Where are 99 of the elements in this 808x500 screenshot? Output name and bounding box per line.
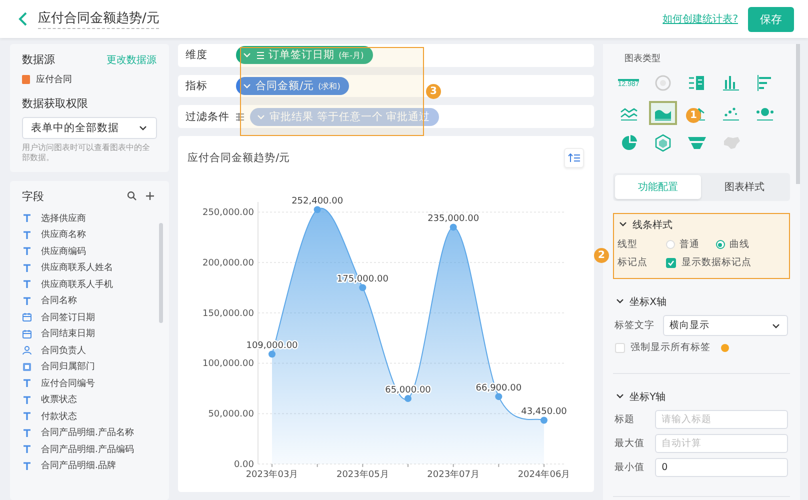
calendar-icon [22, 328, 32, 339]
field-item[interactable]: 合同归属部门 [41, 360, 95, 374]
option-label: 标记点 [618, 256, 649, 269]
text-type-icon [22, 296, 32, 306]
form-icon [22, 75, 30, 84]
field-item[interactable]: 供应商联系人姓名 [41, 261, 113, 274]
x-axis-label: 2024年06月 [517, 470, 570, 480]
text-type-icon [22, 444, 32, 454]
source-name: 应付合同 [36, 74, 72, 86]
field-item[interactable]: 付款状态 [41, 410, 77, 423]
field-item[interactable]: 合同产品明细.产品名称 [41, 426, 134, 440]
list-icon [256, 50, 265, 60]
permission-select[interactable]: 表单中的全部数据 [22, 117, 157, 139]
data-point [313, 206, 320, 214]
department-icon [22, 362, 32, 372]
field-item[interactable]: 收票状态 [41, 393, 77, 406]
field-item[interactable]: 合同产品明细.品牌 [41, 459, 116, 472]
field-item[interactable]: 合同名称 [41, 294, 77, 308]
step-badge: 2 [594, 248, 609, 263]
field-item[interactable]: 合同负责人 [41, 344, 86, 357]
option-label: 最小值 [614, 461, 646, 474]
x-axis-label: 2023年05月 [336, 470, 388, 480]
sort-icon [568, 153, 580, 164]
row-label: 过滤条件 [186, 110, 230, 124]
text-type-icon [22, 428, 32, 438]
chevron-down-icon [242, 81, 252, 91]
calendar-icon [22, 312, 32, 322]
radio-label: 普通 [680, 238, 700, 251]
add-icon[interactable] [144, 191, 155, 202]
page-title: 应付合同金额趋势/元 [38, 9, 160, 29]
radio-button[interactable] [716, 240, 725, 249]
text-type-icon [22, 411, 32, 422]
option-label: 标题 [614, 413, 636, 426]
chart-type-option[interactable] [648, 101, 677, 125]
list-icon [236, 112, 244, 121]
y-axis-label: 0.00 [234, 460, 254, 470]
data-label: 43,450.00 [520, 407, 566, 418]
field-item[interactable]: 合同结束日期 [41, 327, 95, 340]
y-axis-label: 200,000.00 [202, 258, 254, 268]
label-text-select[interactable]: 横向显示 [662, 315, 788, 336]
field-item[interactable]: 合同签订日期 [41, 310, 95, 324]
input-field[interactable]: 自动计算 [654, 434, 788, 453]
funnel-chart-icon [686, 134, 708, 152]
x-axis-label: 2023年07月 [426, 470, 480, 480]
hint-text: 用户访问图表时可以查看图表中的全部数据。 [22, 143, 151, 164]
data-point [540, 416, 548, 424]
warning-icon [720, 344, 729, 352]
data-label: 252,400.00 [291, 196, 343, 207]
text-type-icon [22, 213, 32, 224]
data-point [358, 284, 366, 292]
section-label: 数据获取权限 [22, 96, 89, 111]
text-type-icon [22, 262, 32, 273]
y-axis-label: 250,000.00 [202, 208, 254, 218]
input-field[interactable]: 0 [654, 458, 788, 477]
y-axis-label: 50,000.00 [208, 410, 254, 420]
section-label: 图表类型 [624, 52, 662, 65]
section-label: 字段 [22, 188, 44, 204]
data-label: 235,000.00 [427, 214, 479, 224]
sort-button[interactable] [564, 148, 584, 168]
search-icon[interactable] [126, 191, 137, 202]
field-item[interactable]: 应付合同编号 [41, 376, 95, 390]
back-icon[interactable] [18, 11, 28, 27]
row-label: 指标 [186, 79, 209, 93]
text-type-icon [22, 230, 32, 240]
text-type-icon [22, 246, 32, 256]
option-label: 线型 [618, 238, 639, 251]
section-toggle[interactable]: 坐标Y轴 [614, 390, 666, 404]
scrollbar[interactable] [158, 222, 163, 323]
chevron-down-icon [138, 123, 148, 133]
input-field[interactable]: 请输入标题 [654, 410, 788, 429]
field-item[interactable]: 供应商编码 [41, 244, 86, 258]
section-label: 数据源 [22, 52, 55, 67]
y-axis-label: 150,000.00 [202, 308, 254, 319]
field-item[interactable]: 选择供应商 [41, 212, 86, 225]
person-icon [22, 345, 32, 356]
row-label: 维度 [186, 48, 209, 62]
text-type-icon [22, 394, 32, 405]
checkbox[interactable] [666, 258, 676, 268]
checkbox-label: 显示数据标记点 [682, 256, 752, 269]
data-point [449, 224, 456, 231]
section-toggle[interactable]: 线条样式 [618, 218, 673, 232]
field-item[interactable]: 供应商联系人手机 [41, 278, 113, 291]
chart-title: 应付合同金额趋势/元 [188, 151, 290, 166]
data-point [404, 395, 412, 402]
text-type-icon [22, 279, 32, 290]
option-label: 标签文字 [614, 319, 653, 332]
radio-label: 曲线 [730, 238, 750, 251]
section-toggle[interactable]: 坐标X轴 [614, 295, 666, 309]
field-item[interactable]: 合同产品明细.产品编码 [41, 442, 134, 456]
config-tab[interactable]: 图表样式 [701, 175, 788, 199]
data-point [494, 393, 502, 400]
text-type-icon [22, 378, 32, 388]
option-label: 最大值 [614, 437, 646, 450]
text-type-icon [22, 460, 32, 471]
checkbox-label: 强制显示所有标签 [630, 341, 711, 354]
field-item[interactable]: 供应商名称 [41, 228, 86, 242]
data-point [268, 350, 276, 358]
x-axis-label: 2023年03月 [245, 470, 298, 480]
y-axis-label: 100,000.00 [202, 359, 254, 370]
